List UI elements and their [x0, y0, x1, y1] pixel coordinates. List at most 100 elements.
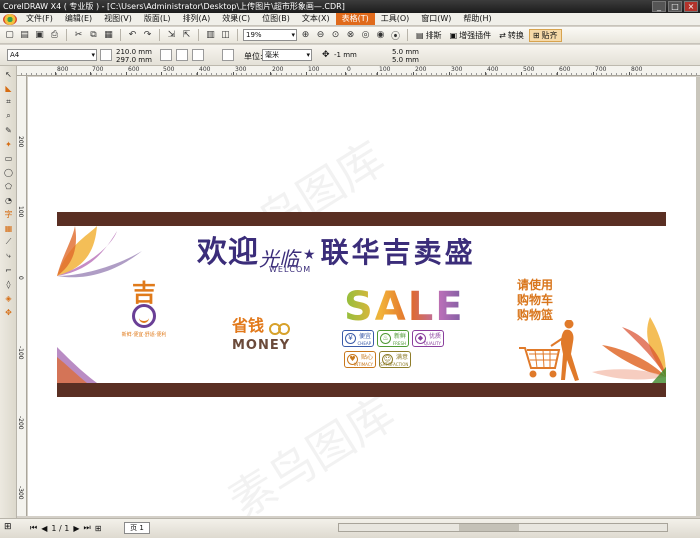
landscape-orientation-icon[interactable]	[192, 49, 204, 61]
text-tool-icon[interactable]: 字	[2, 208, 15, 220]
maximize-button[interactable]: □	[668, 1, 682, 12]
separator	[237, 29, 238, 41]
zoom-selected-icon[interactable]: ⊙	[329, 29, 342, 42]
horizontal-scrollbar[interactable]	[338, 523, 668, 532]
fill-tool-icon[interactable]: ◈	[2, 292, 15, 304]
first-page-icon[interactable]: ⏮	[30, 523, 37, 533]
heart-icon: ♥	[347, 354, 358, 365]
page-setup-icon[interactable]: ⊞	[4, 522, 12, 532]
sale-text: SALE	[344, 284, 465, 330]
zoom-all-icon[interactable]: ⊗	[344, 29, 357, 42]
page-height-field[interactable]: 297.0 mm	[116, 56, 152, 64]
close-button[interactable]: ×	[684, 1, 698, 12]
zoom-tool-icon[interactable]: ⌕	[2, 110, 15, 122]
parallel-dimension-icon[interactable]: ⟋	[2, 236, 15, 248]
zoom-out-icon[interactable]: ⊖	[314, 29, 327, 42]
undo-icon[interactable]: ↶	[126, 29, 139, 42]
title-bar: CorelDRAW X4 ( 专业版 ) - [C:\Users\Adminis…	[0, 0, 700, 13]
menu-file[interactable]: 文件(F)	[20, 13, 59, 25]
redo-icon[interactable]: ↷	[141, 29, 154, 42]
lock-ratio-icon[interactable]	[160, 49, 172, 61]
menu-window[interactable]: 窗口(W)	[415, 13, 457, 25]
outline-tool-icon[interactable]: ◊	[2, 278, 15, 290]
separator	[198, 29, 199, 41]
portrait-orientation-icon[interactable]	[176, 49, 188, 61]
store-name-text: 联华吉卖盛	[320, 236, 476, 269]
unit-select[interactable]: 毫米	[262, 49, 312, 61]
duplicate-y-field[interactable]: 5.0 mm	[392, 56, 419, 64]
vertical-ruler[interactable]: 200 100 0 -100 -200 -300	[17, 76, 27, 516]
new-file-icon[interactable]: ▢	[3, 29, 16, 42]
pick-tool-icon[interactable]: ↖	[2, 68, 15, 80]
welcome-icon[interactable]: ◫	[219, 29, 232, 42]
menu-text[interactable]: 文本(X)	[296, 13, 336, 25]
menu-arrange[interactable]: 排列(A)	[177, 13, 217, 25]
paste-icon[interactable]: ▦	[102, 29, 115, 42]
convert-label: 转换	[507, 30, 524, 40]
menu-view[interactable]: 视图(V)	[98, 13, 138, 25]
convert-button[interactable]: ⇄ 转换	[496, 29, 527, 42]
eyedropper-tool-icon[interactable]: ⌐	[2, 264, 15, 276]
basic-shapes-icon[interactable]: ◔	[2, 194, 15, 206]
menu-help[interactable]: 帮助(H)	[457, 13, 497, 25]
polygon-tool-icon[interactable]: ⬠	[2, 180, 15, 192]
last-page-icon[interactable]: ⏭	[83, 523, 90, 533]
standard-toolbar: ▢ ▤ ▣ ⎙ ✂ ⧉ ▦ ↶ ↷ ⇲ ⇱ ▥ ◫ 19% ⊕ ⊖ ⊙ ⊗ ◎ …	[0, 27, 700, 44]
badge-intimacy: ♥ 贴心 INTIMACY	[344, 351, 376, 368]
import-icon[interactable]: ⇲	[165, 29, 178, 42]
ruler-label: 400	[196, 66, 211, 75]
page-tab[interactable]: 页 1	[124, 522, 150, 534]
scroll-thumb[interactable]	[459, 524, 519, 531]
zoom-width-icon[interactable]: ◉	[374, 29, 387, 42]
connector-tool-icon[interactable]: ⤷	[2, 250, 15, 262]
app-launcher-icon[interactable]: ▥	[204, 29, 217, 42]
separator	[407, 29, 408, 41]
export-icon[interactable]: ⇱	[180, 29, 193, 42]
shape-tool-icon[interactable]: ◣	[2, 82, 15, 94]
duplicate-x-field[interactable]: 5.0 mm	[392, 48, 419, 56]
arrange-button[interactable]: ▤ 排斯	[413, 29, 445, 42]
zoom-level-select[interactable]: 19%	[243, 29, 297, 41]
logo-character: 吉	[132, 279, 156, 307]
minimize-button[interactable]: _	[652, 1, 666, 12]
open-file-icon[interactable]: ▤	[18, 29, 31, 42]
ruler-label: -100	[17, 346, 24, 360]
rectangle-tool-icon[interactable]: ▭	[2, 152, 15, 164]
horizontal-ruler[interactable]: 800 700 600 500 400 300 200 100 0 100 20…	[17, 66, 700, 76]
zoom-height-icon[interactable]: ⦿	[389, 29, 402, 42]
ellipse-tool-icon[interactable]: ◯	[2, 166, 15, 178]
smart-fill-icon[interactable]: ✦	[2, 138, 15, 150]
cut-icon[interactable]: ✂	[72, 29, 85, 42]
apply-all-pages-icon[interactable]	[222, 49, 234, 61]
zoom-in-icon[interactable]: ⊕	[299, 29, 312, 42]
prev-page-icon[interactable]: ◀	[41, 524, 47, 533]
menu-tools[interactable]: 工具(O)	[375, 13, 416, 25]
supermarket-banner[interactable]: 欢迎 光临 ★ 联华吉卖盛 WELCOM 吉 新鲜·便宜·舒适·便利 省钱 MO…	[57, 212, 666, 397]
menu-table[interactable]: 表格(T)	[335, 13, 375, 25]
next-page-icon[interactable]: ▶	[73, 524, 79, 533]
page-width-field[interactable]: 210.0 mm	[116, 48, 152, 56]
table-tool-icon[interactable]: ▦	[2, 222, 15, 234]
copy-icon[interactable]: ⧉	[87, 29, 100, 42]
menu-edit[interactable]: 编辑(E)	[59, 13, 98, 25]
menu-bitmaps[interactable]: 位图(B)	[256, 13, 296, 25]
menu-layout[interactable]: 版面(L)	[138, 13, 177, 25]
save-icon[interactable]: ▣	[33, 29, 46, 42]
print-icon[interactable]: ⎙	[48, 29, 61, 42]
app-logo-icon[interactable]	[3, 13, 17, 25]
vertical-scrollbar[interactable]	[696, 77, 700, 516]
snap-button[interactable]: ⊞ 贴齐	[528, 28, 562, 42]
plugin-button[interactable]: ▣ 增强插件	[447, 29, 495, 42]
paper-size-select[interactable]: A4	[7, 49, 97, 61]
crop-tool-icon[interactable]: ⌗	[2, 96, 15, 108]
zoom-page-icon[interactable]: ◎	[359, 29, 372, 42]
ruler-label: 300	[448, 66, 463, 75]
badge-fresh: ♨ 新鲜 FRESH	[377, 330, 409, 347]
interactive-fill-icon[interactable]: ✥	[2, 306, 15, 318]
nudge-distance-field[interactable]: -1 mm	[334, 51, 357, 59]
add-page-icon[interactable]: ⊞	[95, 524, 102, 533]
menu-effects[interactable]: 效果(C)	[216, 13, 256, 25]
freehand-tool-icon[interactable]: ✎	[2, 124, 15, 136]
portrait-icon[interactable]	[100, 49, 112, 61]
drawing-canvas[interactable]: 素鸟图库 素鸟图库 欢迎 光临 ★ 联华吉卖盛 WELCOM 吉 新鲜·便宜·舒…	[28, 77, 696, 516]
